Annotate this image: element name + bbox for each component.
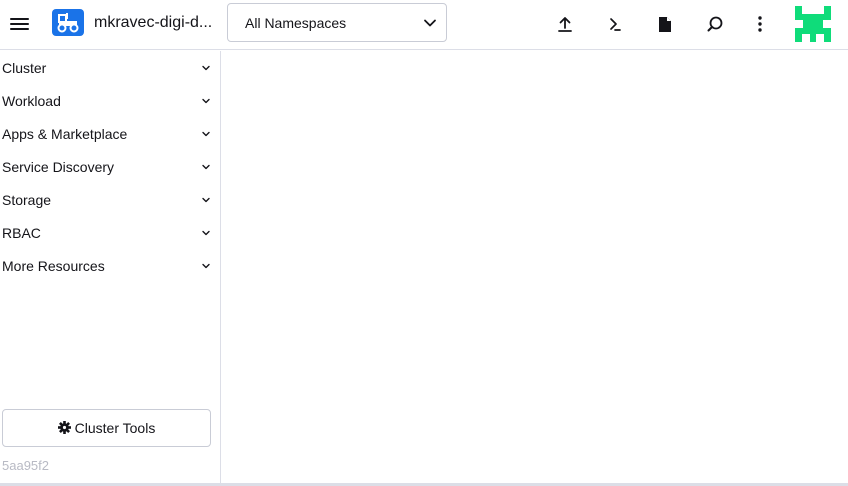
chevron-down-icon bbox=[202, 65, 210, 71]
chevron-down-icon bbox=[202, 263, 210, 269]
main-content bbox=[222, 51, 848, 483]
namespace-select-value: All Namespaces bbox=[245, 15, 347, 31]
sidebar-item-apps-marketplace[interactable]: Apps & Marketplace bbox=[0, 117, 221, 150]
terminal-icon[interactable] bbox=[604, 13, 626, 35]
sidebar: Cluster Workload Apps & Marketplace Serv… bbox=[0, 51, 221, 483]
chevron-down-icon bbox=[424, 19, 436, 27]
version-label: 5aa95f2 bbox=[2, 458, 49, 473]
sidebar-item-label: Apps & Marketplace bbox=[2, 126, 128, 142]
tractor-icon bbox=[52, 9, 84, 36]
sidebar-item-more-resources[interactable]: More Resources bbox=[0, 249, 221, 282]
chevron-down-icon bbox=[202, 164, 210, 170]
chevron-down-icon bbox=[202, 131, 210, 137]
top-header: mkravec-digi-d... All Namespaces bbox=[0, 0, 848, 50]
cluster-name[interactable]: mkravec-digi-d... bbox=[94, 14, 212, 32]
sidebar-item-workload[interactable]: Workload bbox=[0, 84, 221, 117]
hamburger-menu-icon[interactable] bbox=[9, 13, 31, 35]
sidebar-item-label: Service Discovery bbox=[2, 159, 115, 175]
sidebar-item-service-discovery[interactable]: Service Discovery bbox=[0, 150, 221, 183]
sidebar-item-rbac[interactable]: RBAC bbox=[0, 216, 221, 249]
sidebar-item-label: More Resources bbox=[2, 258, 105, 274]
chevron-down-icon bbox=[202, 98, 210, 104]
upload-icon[interactable] bbox=[554, 13, 576, 35]
sidebar-item-cluster[interactable]: Cluster bbox=[0, 51, 221, 84]
sidebar-item-label: Storage bbox=[2, 192, 52, 208]
chevron-down-icon bbox=[202, 230, 210, 236]
sidebar-item-label: RBAC bbox=[2, 225, 41, 241]
sidebar-item-storage[interactable]: Storage bbox=[0, 183, 221, 216]
more-vertical-icon[interactable] bbox=[749, 13, 771, 35]
gear-icon bbox=[57, 421, 71, 434]
namespace-select[interactable]: All Namespaces bbox=[227, 3, 447, 42]
cluster-tools-button[interactable]: Cluster Tools bbox=[2, 409, 211, 447]
cluster-tools-label: Cluster Tools bbox=[74, 420, 156, 436]
chevron-down-icon bbox=[202, 197, 210, 203]
file-icon[interactable] bbox=[654, 13, 676, 35]
sidebar-item-label: Workload bbox=[2, 93, 61, 109]
sidebar-item-label: Cluster bbox=[2, 60, 47, 76]
rancher-logo[interactable] bbox=[795, 6, 831, 42]
search-icon[interactable] bbox=[704, 13, 726, 35]
